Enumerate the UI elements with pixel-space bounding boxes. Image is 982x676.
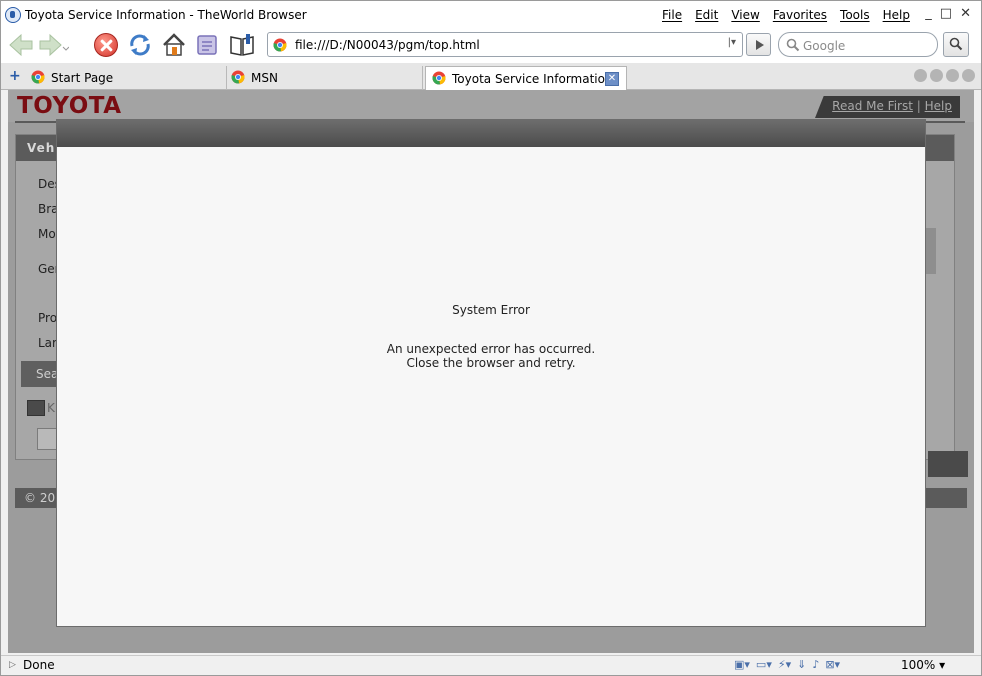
tab-label: Toyota Service Information: [452, 72, 613, 86]
window-icon[interactable]: ▭▾: [756, 658, 772, 671]
new-tab-plus-icon[interactable]: +: [9, 68, 21, 84]
menu-edit[interactable]: Edit: [695, 8, 718, 22]
search-placeholder: Google: [803, 39, 846, 53]
window-controls: _ □ ✕: [925, 6, 971, 21]
zoom-text: 100%: [901, 658, 936, 672]
maximize-button[interactable]: □: [940, 6, 952, 21]
flash-icon[interactable]: ⚡▾: [778, 658, 791, 671]
forward-arrow-icon[interactable]: [39, 32, 69, 58]
address-dropdown-icon[interactable]: |▾: [728, 37, 736, 48]
close-window-button[interactable]: ✕: [960, 6, 971, 21]
toyota-logo: TOYOTA: [17, 93, 122, 119]
tab-msn[interactable]: MSN: [225, 66, 423, 90]
tab-prev-icon[interactable]: [930, 69, 943, 82]
tab-list-icon[interactable]: [914, 69, 927, 82]
menu-view[interactable]: View: [731, 8, 759, 22]
favorites-book-icon[interactable]: [228, 32, 256, 58]
search-button[interactable]: [943, 32, 969, 57]
home-icon[interactable]: [161, 32, 187, 58]
browser-logo-icon: [5, 7, 21, 23]
dialog-header: [57, 120, 925, 147]
tab-label: MSN: [251, 71, 278, 85]
minimize-button[interactable]: _: [925, 6, 932, 21]
tab-close-icon[interactable]: ✕: [605, 72, 619, 86]
menu-bar: File Edit View Favorites Tools Help: [662, 8, 910, 22]
help-bar: Read Me First | Help: [815, 96, 960, 118]
page-info-icon[interactable]: ▣▾: [734, 658, 750, 671]
go-button[interactable]: [746, 33, 771, 56]
tab-next-icon[interactable]: [946, 69, 959, 82]
dialog-title: System Error: [452, 303, 530, 317]
chrome-favicon-icon: [231, 70, 245, 84]
menu-favorites[interactable]: Favorites: [773, 8, 827, 22]
panel-label: Pro: [38, 311, 58, 325]
tab-start-page[interactable]: Start Page: [25, 66, 227, 90]
zoom-level[interactable]: 100% ▾: [901, 658, 945, 672]
search-tab[interactable]: Sea: [21, 361, 61, 387]
dialog-message-line: An unexpected error has occurred.: [386, 342, 596, 356]
security-icon[interactable]: ⊠▾: [825, 658, 840, 671]
panel-label: Lar: [38, 336, 57, 350]
tab-strip: + Start Page MSN Toyota Service Informat…: [1, 63, 981, 91]
nav-toolbar: file:///D:/N00043/pgm/top.html |▾ Google: [1, 29, 981, 63]
address-bar[interactable]: file:///D:/N00043/pgm/top.html |▾: [267, 32, 743, 57]
status-tools: ▣▾ ▭▾ ⚡▾ ⇓ ♪ ⊠▾: [734, 658, 840, 671]
keyword-label: K: [47, 401, 55, 415]
search-icon: [786, 38, 800, 52]
panel-header-text: Veh: [27, 141, 56, 155]
tab-label: Start Page: [51, 71, 114, 85]
browser-window: Toyota Service Information - TheWorld Br…: [0, 0, 982, 676]
magnifier-icon: [949, 37, 963, 51]
tab-close-all-icon[interactable]: [962, 69, 975, 82]
history-icon[interactable]: [194, 33, 220, 57]
tab-toyota-service-information[interactable]: Toyota Service Information ✕: [425, 66, 627, 91]
status-bar: ▷ Done ▣▾ ▭▾ ⚡▾ ⇓ ♪ ⊠▾ 100% ▾: [1, 655, 981, 675]
menu-help[interactable]: Help: [883, 8, 910, 22]
back-arrow-icon[interactable]: [7, 32, 35, 58]
chrome-favicon-icon: [31, 70, 45, 84]
system-error-dialog: System Error An unexpected error has occ…: [56, 119, 926, 627]
dialog-message: An unexpected error has occurred. Close …: [57, 342, 925, 370]
search-tab-label: Sea: [36, 367, 59, 381]
chrome-favicon-icon: [273, 38, 287, 52]
window-title: Toyota Service Information - TheWorld Br…: [25, 8, 307, 22]
link-separator: |: [916, 99, 921, 113]
refresh-icon[interactable]: [127, 32, 153, 58]
menu-file[interactable]: File: [662, 8, 682, 22]
keyword-checkbox[interactable]: [27, 400, 45, 416]
chrome-favicon-icon: [432, 71, 446, 85]
search-input[interactable]: Google: [778, 32, 938, 57]
right-dark-block: [928, 451, 968, 477]
download-icon[interactable]: ⇓: [797, 658, 806, 671]
volume-icon[interactable]: ♪: [812, 658, 819, 671]
help-link[interactable]: Help: [925, 99, 952, 113]
panel-label: Mo: [38, 227, 56, 241]
status-text: Done: [23, 658, 55, 672]
tab-scroll-controls: [914, 69, 975, 82]
status-arrow-icon: ▷: [9, 660, 16, 670]
copyright-text: © 20: [24, 491, 56, 505]
dialog-message-line: Close the browser and retry.: [406, 356, 576, 370]
url-text: file:///D:/N00043/pgm/top.html: [295, 38, 480, 52]
help-links: Read Me First | Help: [832, 99, 952, 113]
title-bar: Toyota Service Information - TheWorld Br…: [1, 1, 981, 29]
stop-icon[interactable]: [94, 33, 118, 57]
menu-tools[interactable]: Tools: [840, 8, 870, 22]
toyota-header: TOYOTA Read Me First | Help: [8, 90, 974, 122]
read-me-first-link[interactable]: Read Me First: [832, 99, 913, 113]
